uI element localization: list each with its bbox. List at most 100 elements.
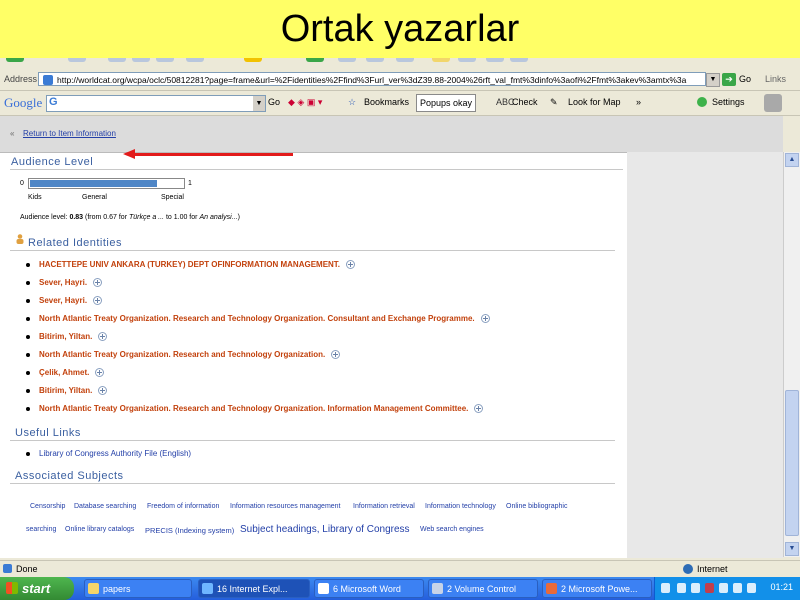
subject-link[interactable]: Online library catalogs — [65, 526, 134, 533]
expand-plus-icon[interactable] — [93, 296, 103, 306]
audience-summary-prefix: Audience level: — [20, 214, 68, 221]
vertical-scrollbar[interactable]: ▲ ▼ — [783, 152, 800, 557]
tray-icon[interactable] — [733, 583, 742, 593]
identity-link[interactable]: Sever, Hayri. — [39, 278, 87, 287]
identity-item[interactable]: Çelik, Ahmet. — [26, 368, 105, 378]
help-icon[interactable] — [661, 583, 670, 593]
identity-item[interactable]: HACETTEPE UNIV ANKARA (TURKEY) DEPT OFIN… — [26, 260, 356, 270]
settings-button[interactable]: Settings — [712, 97, 745, 107]
audience-label-special: Special — [161, 194, 184, 201]
expand-plus-icon[interactable] — [98, 332, 108, 342]
subject-link[interactable]: Information technology — [425, 503, 496, 510]
start-button[interactable]: start — [0, 577, 74, 600]
audience-summary-end: ) — [237, 214, 240, 221]
subject-link[interactable]: searching — [26, 526, 56, 533]
identity-link[interactable]: North Atlantic Treaty Organization. Rese… — [39, 350, 325, 359]
subject-link[interactable]: Database searching — [74, 503, 136, 510]
task-word[interactable]: 6 Microsoft Word — [314, 579, 424, 598]
subject-link[interactable]: PRECIS (Indexing system) — [145, 526, 234, 535]
folder-icon — [88, 583, 99, 594]
address-dropdown-icon[interactable]: ▼ — [706, 73, 720, 87]
more-tools-button[interactable]: » — [636, 97, 641, 107]
subjects-heading: Associated Subjects — [15, 470, 124, 482]
google-search-input[interactable]: G ▼ — [46, 95, 266, 112]
toolbar-options-icon[interactable] — [764, 94, 782, 112]
identity-item[interactable]: Bitirim, Yiltan. — [26, 332, 108, 342]
antivirus-icon[interactable] — [705, 583, 714, 593]
settings-icon — [697, 97, 707, 107]
identity-link[interactable]: North Atlantic Treaty Organization. Rese… — [39, 404, 468, 413]
expand-plus-icon[interactable] — [331, 350, 341, 360]
google-search-dropdown-icon[interactable]: ▼ — [253, 96, 265, 111]
task-label: 2 Volume Control — [447, 584, 517, 594]
identity-link[interactable]: HACETTEPE UNIV ANKARA (TURKEY) DEPT OFIN… — [39, 260, 340, 269]
useful-links-heading: Useful Links — [15, 427, 81, 439]
expand-plus-icon[interactable] — [474, 404, 484, 414]
subject-link[interactable]: Information resources management — [230, 503, 341, 510]
task-volume[interactable]: 2 Volume Control — [428, 579, 538, 598]
task-internet-explorer[interactable]: 16 Internet Expl... — [198, 579, 310, 598]
scroll-up-icon[interactable]: ▲ — [785, 153, 799, 167]
return-link[interactable]: Return to Item Information — [23, 129, 116, 138]
volume-icon — [432, 583, 443, 594]
tray-icon[interactable] — [719, 583, 728, 593]
identity-link[interactable]: Çelik, Ahmet. — [39, 368, 89, 377]
subject-link[interactable]: Freedom of information — [147, 503, 219, 510]
expand-plus-icon[interactable] — [346, 260, 356, 270]
expand-plus-icon[interactable] — [93, 278, 103, 288]
popups-button[interactable]: Popups okay — [416, 94, 477, 112]
identity-link[interactable]: Bitirim, Yiltan. — [39, 386, 92, 395]
address-label: Address — [4, 74, 38, 84]
subject-link[interactable]: Web search engines — [420, 526, 484, 533]
links-button[interactable]: Links — [765, 74, 786, 84]
google-go-button[interactable]: Go — [268, 97, 280, 107]
audience-summary-from: (from 0.67 for — [85, 214, 128, 221]
audience-summary-title1: Türkçe a ... — [128, 214, 164, 221]
audience-meter — [28, 178, 185, 189]
identity-item[interactable]: North Atlantic Treaty Organization. Rese… — [26, 314, 490, 324]
go-arrow-icon[interactable]: ➔ — [722, 73, 736, 86]
address-input[interactable]: http://worldcat.org/wcpa/oclc/50812281?p… — [38, 72, 706, 86]
google-logo[interactable]: Google — [4, 95, 42, 111]
security-zone: Internet — [697, 564, 728, 574]
identity-item[interactable]: Sever, Hayri. — [26, 296, 103, 306]
identity-link[interactable]: Sever, Hayri. — [39, 296, 87, 305]
scroll-down-icon[interactable]: ▼ — [785, 542, 799, 556]
right-panel — [627, 152, 783, 558]
audience-label-kids: Kids — [28, 194, 42, 201]
task-powerpoint[interactable]: 2 Microsoft Powe... — [542, 579, 652, 598]
scroll-thumb[interactable] — [785, 390, 799, 536]
expand-plus-icon[interactable] — [480, 314, 490, 324]
subject-link[interactable]: Censorship — [30, 503, 65, 510]
identity-item[interactable]: North Atlantic Treaty Organization. Rese… — [26, 404, 484, 414]
useful-link[interactable]: Library of Congress Authority File (Engl… — [39, 449, 191, 458]
task-label: 6 Microsoft Word — [333, 584, 401, 594]
status-text: Done — [16, 564, 38, 574]
audience-summary-to: to 1.00 for — [165, 214, 198, 221]
subject-link[interactable]: Information retrieval — [353, 503, 415, 510]
speaker-icon[interactable] — [747, 583, 756, 593]
expand-plus-icon[interactable] — [95, 368, 105, 378]
useful-link-item[interactable]: Library of Congress Authority File (Engl… — [26, 449, 191, 458]
clock: 01:21 — [770, 582, 793, 592]
identity-item[interactable]: North Atlantic Treaty Organization. Rese… — [26, 350, 341, 360]
look-for-map-button[interactable]: Look for Map — [568, 97, 621, 107]
tray-icon[interactable] — [691, 583, 700, 593]
google-options-icon[interactable]: ◆ ◈ ▣ ▾ — [288, 97, 322, 108]
expand-plus-icon[interactable] — [98, 386, 108, 396]
subject-link[interactable]: Subject headings, Library of Congress — [240, 524, 410, 535]
start-label: start — [22, 581, 51, 596]
related-heading: Related Identities — [28, 237, 122, 249]
check-button[interactable]: Check — [512, 97, 538, 107]
go-button[interactable]: Go — [739, 74, 751, 84]
tray-icon[interactable] — [677, 583, 686, 593]
identity-link[interactable]: Bitirim, Yiltan. — [39, 332, 92, 341]
useful-links-divider — [10, 440, 615, 441]
related-divider — [10, 250, 615, 251]
identity-item[interactable]: Bitirim, Yiltan. — [26, 386, 108, 396]
task-papers[interactable]: papers — [84, 579, 192, 598]
subject-link[interactable]: Online bibliographic — [506, 503, 567, 510]
bookmarks-button[interactable]: Bookmarks — [364, 97, 409, 107]
identity-item[interactable]: Sever, Hayri. — [26, 278, 103, 288]
identity-link[interactable]: North Atlantic Treaty Organization. Rese… — [39, 314, 475, 323]
